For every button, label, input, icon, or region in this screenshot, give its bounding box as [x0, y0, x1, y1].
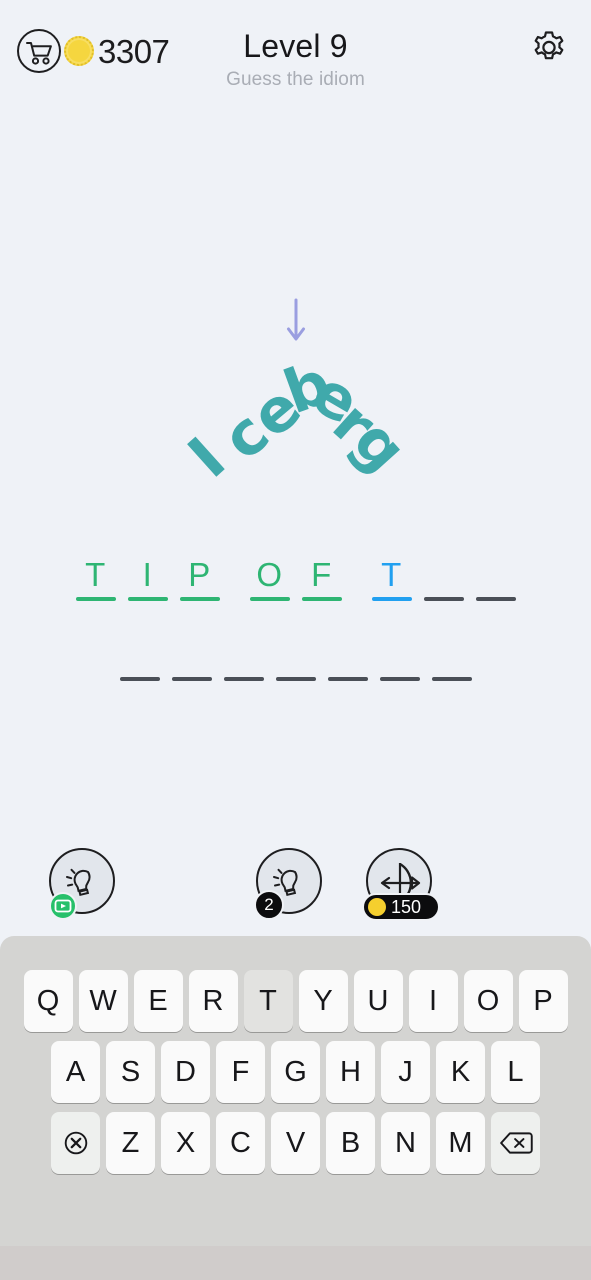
- answer-slots: TIPOFT: [0, 555, 591, 681]
- answer-slot-letter: O: [256, 556, 283, 593]
- key-n[interactable]: N: [381, 1112, 430, 1174]
- answer-row-2: [0, 635, 591, 681]
- answer-word-group: TIP: [74, 555, 222, 601]
- answer-slot-underline: [249, 597, 290, 601]
- key-l[interactable]: L: [491, 1041, 540, 1103]
- answer-slot[interactable]: [422, 555, 466, 601]
- hint-cost-badge: 150: [362, 893, 440, 921]
- answer-slot-letter: T: [381, 556, 402, 593]
- answer-slot-underline: [223, 677, 264, 681]
- key-e[interactable]: E: [133, 970, 183, 1032]
- answer-slot-letter: F: [311, 556, 332, 593]
- key-d[interactable]: D: [161, 1041, 210, 1103]
- on-screen-keyboard: QWERTYUIOP ASDFGHJKL ZXCVBNM: [0, 936, 591, 1246]
- key-k[interactable]: K: [436, 1041, 485, 1103]
- answer-slot-underline: [327, 677, 368, 681]
- answer-slot[interactable]: F: [300, 555, 344, 601]
- answer-slot[interactable]: P: [178, 555, 222, 601]
- key-a[interactable]: A: [51, 1041, 100, 1103]
- answer-slot-underline: [75, 597, 116, 601]
- answer-slot[interactable]: T: [74, 555, 118, 601]
- gear-icon[interactable]: [527, 26, 571, 70]
- keyboard-row-2: ASDFGHJKL: [0, 1041, 591, 1103]
- keyboard-row-1: QWERTYUIOP: [0, 970, 591, 1032]
- answer-slot[interactable]: [430, 635, 474, 681]
- hint-letter-button[interactable]: 2: [254, 848, 322, 920]
- iceberg-word-art: Iceberg: [0, 290, 591, 505]
- key-o[interactable]: O: [463, 970, 513, 1032]
- key-g[interactable]: G: [271, 1041, 320, 1103]
- key-j[interactable]: J: [381, 1041, 430, 1103]
- key-t[interactable]: T: [243, 970, 293, 1032]
- answer-slot-underline: [275, 677, 316, 681]
- hint-video-button[interactable]: [49, 848, 115, 920]
- answer-slot-letter: P: [188, 556, 211, 593]
- key-h[interactable]: H: [326, 1041, 375, 1103]
- key-p[interactable]: P: [518, 970, 568, 1032]
- key-y[interactable]: Y: [298, 970, 348, 1032]
- answer-word-group: T: [370, 555, 518, 601]
- answer-slot-underline: [379, 677, 420, 681]
- key-x[interactable]: X: [161, 1112, 210, 1174]
- key-q[interactable]: Q: [23, 970, 73, 1032]
- hint-cost-label: 150: [391, 897, 422, 917]
- page-title: Level 9: [243, 28, 348, 64]
- backspace-icon[interactable]: [491, 1112, 540, 1174]
- answer-slot[interactable]: [222, 635, 266, 681]
- key-i[interactable]: I: [408, 970, 458, 1032]
- answer-slot-underline: [127, 597, 168, 601]
- page-subtitle: Guess the idiom: [226, 69, 365, 90]
- answer-slot-underline: [475, 597, 516, 601]
- key-c[interactable]: C: [216, 1112, 265, 1174]
- header-title-block: Level 9 Guess the idiom: [0, 26, 591, 91]
- answer-slot-underline: [423, 597, 464, 601]
- answer-slot-underline: [179, 597, 220, 601]
- answer-slot-underline: [371, 597, 412, 601]
- puzzle-image: Iceberg: [0, 290, 591, 505]
- answer-slot[interactable]: [118, 635, 162, 681]
- key-u[interactable]: U: [353, 970, 403, 1032]
- answer-slot[interactable]: [326, 635, 370, 681]
- hint-arrow-button[interactable]: 150: [362, 848, 440, 921]
- answer-word-group: [118, 635, 474, 681]
- key-r[interactable]: R: [188, 970, 238, 1032]
- keyboard-row-3: ZXCVBNM: [0, 1112, 591, 1174]
- coin-icon: [368, 898, 386, 916]
- hint-count-badge: 2: [254, 890, 284, 920]
- key-z[interactable]: Z: [106, 1112, 155, 1174]
- key-f[interactable]: F: [216, 1041, 265, 1103]
- key-m[interactable]: M: [436, 1112, 485, 1174]
- key-s[interactable]: S: [106, 1041, 155, 1103]
- play-video-icon: [49, 892, 77, 920]
- answer-slot[interactable]: T: [370, 555, 414, 601]
- answer-slot-underline: [171, 677, 212, 681]
- answer-row-1: TIPOFT: [0, 555, 591, 601]
- answer-slot[interactable]: [170, 635, 214, 681]
- answer-slot[interactable]: [274, 635, 318, 681]
- answer-slot-underline: [301, 597, 342, 601]
- key-w[interactable]: W: [78, 970, 128, 1032]
- answer-slot-underline: [119, 677, 160, 681]
- answer-slot-underline: [431, 677, 472, 681]
- answer-word-group: OF: [248, 555, 344, 601]
- key-b[interactable]: B: [326, 1112, 375, 1174]
- key-v[interactable]: V: [271, 1112, 320, 1174]
- answer-slot-letter: I: [142, 556, 153, 593]
- answer-slot[interactable]: [474, 555, 518, 601]
- keyboard-bottom-bar: [0, 1246, 591, 1280]
- answer-slot[interactable]: O: [248, 555, 292, 601]
- top-bar: 3307 Level 9 Guess the idiom: [0, 0, 591, 118]
- hint-buttons-row: 2 150: [0, 848, 591, 928]
- clear-all-icon[interactable]: [51, 1112, 100, 1174]
- answer-slot[interactable]: I: [126, 555, 170, 601]
- answer-slot[interactable]: [378, 635, 422, 681]
- answer-slot-letter: T: [85, 556, 106, 593]
